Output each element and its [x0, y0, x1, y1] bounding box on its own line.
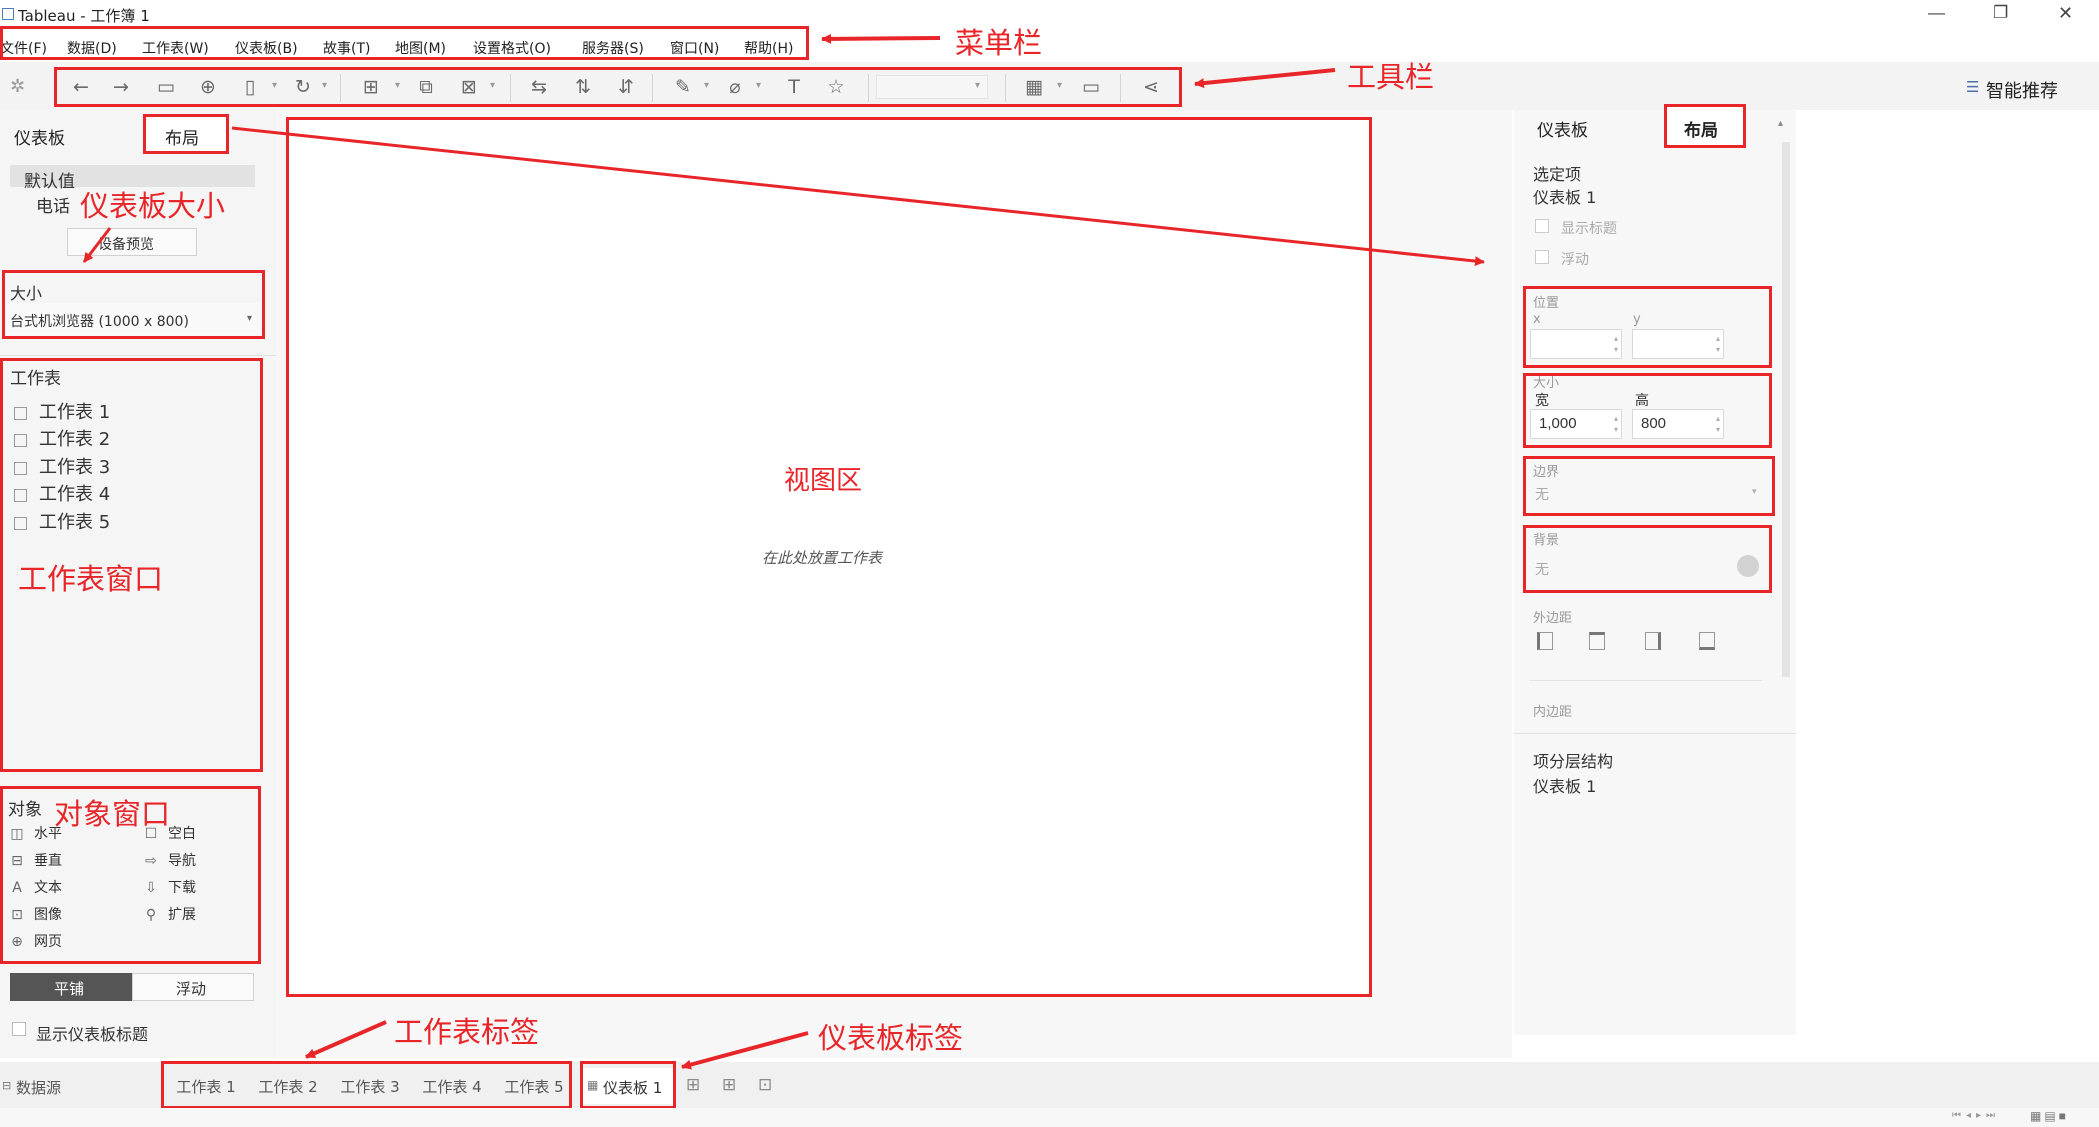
annotation-dashboard-size: 仪表板大小 — [80, 189, 226, 223]
menu-bar-arrow — [821, 33, 941, 44]
annotation-arrows — [82, 33, 1485, 1070]
layout-arrow — [231, 126, 1485, 267]
annotation-view-area: 视图区 — [784, 466, 863, 496]
annotation-object-window: 对象窗口 — [54, 797, 171, 831]
annotation-dashboard-tabs: 仪表板标签 — [818, 1021, 964, 1055]
annotation-toolbar: 工具栏 — [1347, 60, 1435, 94]
annotation-sheet-window: 工作表窗口 — [18, 562, 164, 596]
sheet-tabs-arrow — [305, 1020, 387, 1059]
dashboard-size-arrow — [82, 227, 112, 263]
dashboard-tabs-arrow — [681, 1031, 809, 1070]
annotation-menu-bar: 菜单栏 — [955, 26, 1043, 60]
annotation-sheet-tabs: 工作表标签 — [394, 1015, 540, 1049]
toolbar-arrow — [1194, 68, 1336, 89]
